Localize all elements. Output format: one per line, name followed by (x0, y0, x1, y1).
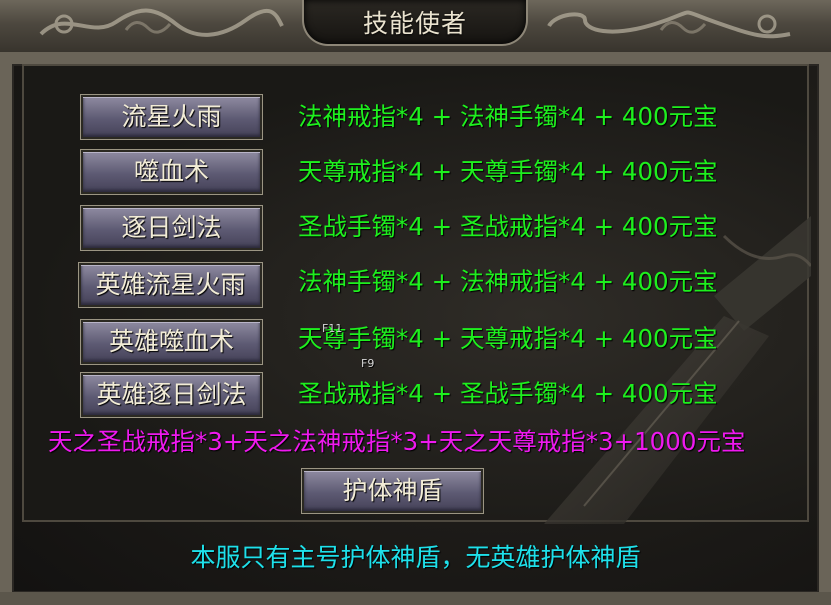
skill-button-shixue-shu[interactable]: 噬血术 (80, 149, 263, 195)
skill-recipe-hero-shixue-shu: 天尊手镯*4 + 天尊戒指*4 + 400元宝 (298, 324, 718, 353)
title-plate: 技能使者 (302, 0, 528, 46)
skill-recipe-hero-zhuri-jianfa: 圣战戒指*4 + 圣战手镯*4 + 400元宝 (298, 379, 718, 408)
panel-header: 技能使者 (0, 0, 831, 54)
frame-bottom-border (0, 592, 831, 605)
server-notice: 本服只有主号护体神盾，无英雄护体神盾 (190, 543, 641, 572)
window-title: 技能使者 (362, 9, 467, 38)
skill-button-hero-liuxing-huoyu[interactable]: 英雄流星火雨 (78, 262, 263, 308)
shield-button[interactable]: 护体神盾 (301, 468, 484, 514)
skill-button-liuxing-huoyu[interactable]: 流星火雨 (80, 94, 263, 140)
skill-button-hero-zhuri-jianfa[interactable]: 英雄逐日剑法 (80, 372, 263, 418)
skill-recipe-hero-liuxing-huoyu: 法神手镯*4 + 法神戒指*4 + 400元宝 (298, 267, 718, 296)
skill-recipe-liuxing-huoyu: 法神戒指*4 + 法神手镯*4 + 400元宝 (298, 102, 718, 131)
hotkey-label-f9: F9 (361, 357, 375, 370)
skill-button-zhuri-jianfa[interactable]: 逐日剑法 (80, 205, 263, 251)
hotkey-label-f11: F11 (322, 322, 343, 335)
dragon-ornament-left-icon (39, 8, 284, 37)
skill-envoy-panel: 技能使者 流星火雨 法神戒指*4 + 法神手镯*4 + 400元宝 噬血术 天尊… (0, 0, 831, 605)
skill-button-hero-shixue-shu[interactable]: 英雄噬血术 (80, 319, 263, 365)
shield-recipe: 天之圣战戒指*3+天之法神戒指*3+天之天尊戒指*3+1000元宝 (48, 427, 746, 456)
dragon-ornament-right-icon (547, 10, 791, 39)
skill-recipe-shixue-shu: 天尊戒指*4 + 天尊手镯*4 + 400元宝 (298, 157, 718, 186)
skill-recipe-zhuri-jianfa: 圣战手镯*4 + 圣战戒指*4 + 400元宝 (298, 212, 718, 241)
